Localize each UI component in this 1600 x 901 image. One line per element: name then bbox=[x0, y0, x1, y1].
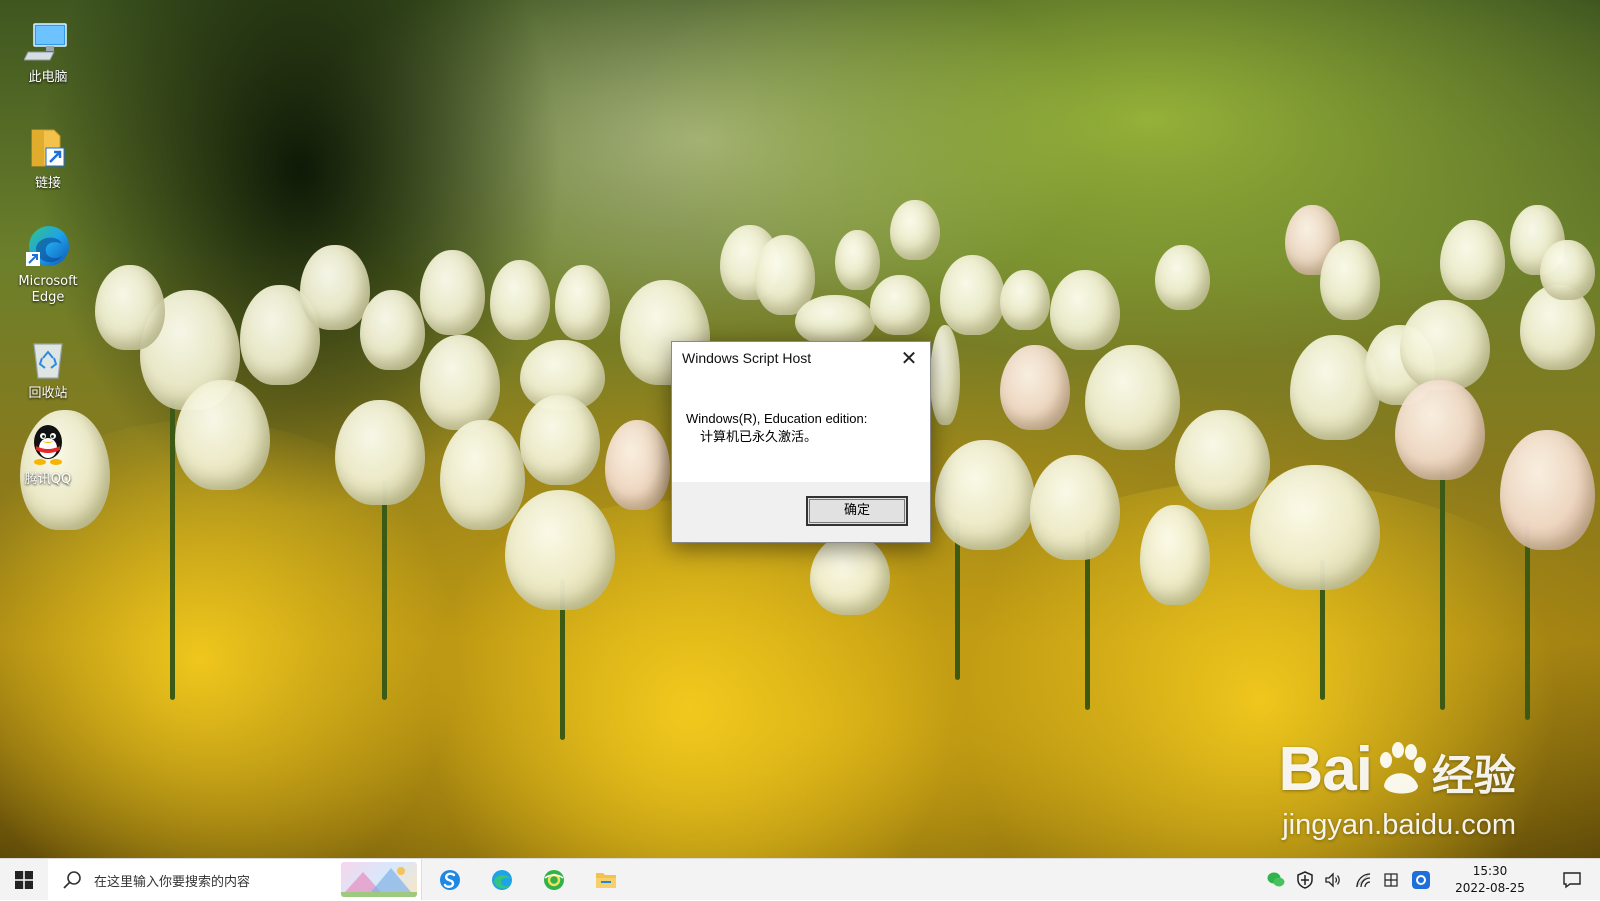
wallpaper-tulip bbox=[1155, 245, 1210, 310]
tray-volume[interactable] bbox=[1322, 869, 1344, 891]
network-icon bbox=[1355, 872, 1371, 888]
close-button[interactable]: ✕ bbox=[894, 344, 924, 372]
wallpaper-tulip bbox=[1395, 380, 1485, 480]
taskbar-app-file-explorer[interactable] bbox=[584, 859, 628, 901]
recycle-bin-icon bbox=[24, 334, 72, 382]
tray-security[interactable] bbox=[1294, 869, 1316, 891]
wallpaper-tulip bbox=[1290, 335, 1380, 440]
wallpaper-tulip bbox=[420, 335, 500, 430]
wallpaper-tulip bbox=[175, 380, 270, 490]
desktop-icon-recycle-bin[interactable]: 回收站 bbox=[8, 334, 88, 402]
clock-time: 15:30 bbox=[1472, 864, 1508, 878]
ok-button[interactable]: 确定 bbox=[806, 496, 908, 526]
wallpaper-tulip bbox=[795, 295, 875, 345]
desktop-wallpaper: 此电脑 链接 Microsoft Edge 回收站 腾讯QQ Windows S… bbox=[0, 0, 1600, 858]
wallpaper-tulip bbox=[95, 265, 165, 350]
tray-network[interactable] bbox=[1352, 869, 1374, 891]
search-placeholder: 在这里输入你要搜索的内容 bbox=[94, 875, 251, 890]
wallpaper-tulip bbox=[440, 420, 525, 530]
search-highlight-image[interactable] bbox=[341, 862, 417, 897]
wallpaper-tulip bbox=[1540, 240, 1595, 300]
wallpaper-tulip bbox=[1320, 240, 1380, 320]
watermark-domain: jingyan.baidu.com bbox=[1282, 809, 1516, 841]
dialog-title: Windows Script Host bbox=[682, 350, 812, 366]
close-icon: ✕ bbox=[900, 346, 918, 370]
wallpaper-tulip bbox=[935, 440, 1035, 550]
clock-date: 2022-08-25 bbox=[1455, 881, 1525, 895]
wallpaper-tulip bbox=[1085, 345, 1180, 450]
wechat-icon bbox=[1267, 872, 1285, 887]
qq-penguin-icon bbox=[24, 420, 72, 468]
tray-wechat[interactable] bbox=[1265, 869, 1287, 891]
sogou-browser-icon bbox=[440, 870, 460, 890]
taskbar-search-box[interactable]: 在这里输入你要搜索的内容 bbox=[48, 859, 422, 900]
wallpaper-tulip bbox=[930, 325, 960, 425]
wallpaper-tulip bbox=[1000, 270, 1050, 330]
wallpaper-tulip bbox=[1440, 220, 1505, 300]
this-pc-icon bbox=[23, 18, 72, 66]
wallpaper-tulip bbox=[1400, 300, 1490, 390]
taskbar-app-360-browser[interactable] bbox=[532, 859, 576, 901]
file-explorer-icon bbox=[596, 873, 616, 888]
wallpaper-tulip bbox=[335, 400, 425, 505]
tray-input-method[interactable] bbox=[1380, 869, 1402, 891]
wallpaper-tulip bbox=[360, 290, 425, 370]
wallpaper-tulip bbox=[1250, 465, 1380, 590]
wallpaper-tulip bbox=[1175, 410, 1270, 510]
dialog-message-line2: 计算机已永久激活。 bbox=[700, 429, 818, 444]
qq-tray-icon bbox=[1412, 871, 1430, 889]
dialog-button-bar: 确定 bbox=[672, 482, 930, 542]
wallpaper-tulip bbox=[555, 265, 610, 340]
baidu-jingyan-watermark: Bai 经验 jingyan.baidu.com bbox=[1279, 738, 1517, 842]
desktop-icon-this-pc[interactable]: 此电脑 bbox=[8, 18, 88, 86]
wallpaper-tulip bbox=[890, 200, 940, 260]
wallpaper-tulip bbox=[1500, 430, 1595, 550]
volume-icon bbox=[1325, 872, 1340, 888]
notification-center-button[interactable] bbox=[1548, 859, 1596, 901]
edge-icon bbox=[492, 870, 512, 890]
watermark-brand: Bai 经验 bbox=[1279, 738, 1517, 808]
wallpaper-tulip bbox=[300, 245, 370, 330]
wallpaper-tulip bbox=[940, 255, 1005, 335]
dialog-message: Windows(R), Education edition: 计算机已永久激活。 bbox=[686, 410, 867, 446]
taskbar-clock[interactable]: 15:30 2022-08-25 bbox=[1440, 863, 1540, 897]
wallpaper-tulip bbox=[835, 230, 880, 290]
wallpaper-tulip bbox=[420, 250, 485, 335]
taskbar-app-sogou-browser[interactable] bbox=[428, 859, 472, 901]
wallpaper-tulip bbox=[1050, 270, 1120, 350]
notification-icon bbox=[1563, 872, 1581, 889]
search-icon bbox=[63, 871, 81, 889]
security-shield-icon bbox=[1297, 871, 1313, 889]
windows-logo-icon bbox=[15, 871, 33, 889]
input-method-icon bbox=[1384, 873, 1398, 887]
windows-script-host-dialog: Windows Script Host ✕ Windows(R), Educat… bbox=[671, 341, 931, 543]
dialog-message-line1: Windows(R), Education edition: bbox=[686, 411, 868, 426]
edge-icon bbox=[24, 222, 72, 270]
wallpaper-tulip bbox=[1030, 455, 1120, 560]
wallpaper-tulip bbox=[490, 260, 550, 340]
wallpaper-tulip bbox=[520, 395, 600, 485]
wallpaper-tulip bbox=[605, 420, 670, 510]
wallpaper-tulip bbox=[870, 275, 930, 335]
360-browser-icon bbox=[544, 870, 564, 890]
search-highlight-illustration-icon bbox=[341, 867, 417, 897]
start-button[interactable] bbox=[0, 859, 48, 901]
taskbar-app-edge[interactable] bbox=[480, 859, 524, 901]
tray-qq[interactable] bbox=[1410, 869, 1432, 891]
wallpaper-tulip bbox=[1140, 505, 1210, 605]
wallpaper-tulip bbox=[810, 535, 890, 615]
folder-shortcut-icon bbox=[24, 124, 72, 172]
watermark-brand-prefix: Bai bbox=[1278, 735, 1373, 804]
desktop-icon-links[interactable]: 链接 bbox=[8, 124, 88, 192]
desktop-icon-qq[interactable]: 腾讯QQ bbox=[8, 420, 88, 488]
dialog-titlebar[interactable]: Windows Script Host ✕ bbox=[672, 342, 930, 374]
wallpaper-tulip bbox=[505, 490, 615, 610]
watermark-brand-suffix: 经验 bbox=[1431, 751, 1516, 800]
wallpaper-tulip bbox=[1000, 345, 1070, 430]
baidu-paw-icon bbox=[1372, 740, 1430, 798]
taskbar: 在这里输入你要搜索的内容 15:30 2022-08-25 bbox=[0, 858, 1600, 900]
desktop-icon-edge[interactable]: Microsoft Edge bbox=[8, 222, 88, 306]
